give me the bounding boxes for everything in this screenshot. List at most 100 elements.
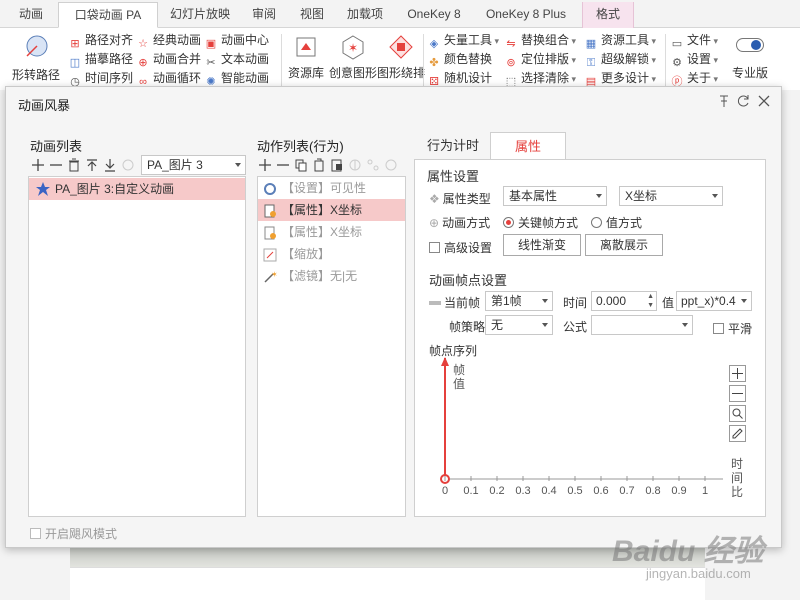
- align-icon: ⊞: [70, 38, 80, 50]
- shape-path-icon: [21, 32, 51, 62]
- hurricane-mode-checkbox[interactable]: 开启飓风模式: [30, 525, 117, 542]
- loop-animation-button[interactable]: ∞ 动画循环: [136, 69, 201, 88]
- tab-view[interactable]: 视图: [292, 2, 332, 28]
- classic-animation-button[interactable]: ☆ 经典动画: [136, 31, 201, 50]
- animation-list-item[interactable]: PA_图片 3:自定义动画: [29, 178, 245, 200]
- color-replace-button[interactable]: ✤ 颜色替换: [427, 50, 492, 69]
- add-keyframe-button[interactable]: [729, 365, 746, 382]
- x-tick-label: 0.6: [593, 485, 608, 496]
- value-input[interactable]: ppt_x)*0.4: [676, 291, 752, 311]
- shape-to-path-label: 形转路径: [11, 68, 60, 82]
- linear-gradient-button[interactable]: 线性渐变: [503, 234, 581, 256]
- property-type-label: ❖ 属性类型: [429, 192, 491, 206]
- time-input[interactable]: 0.000 ▲ ▼: [591, 291, 657, 311]
- creative-shape-button[interactable]: ✶ 创意图形: [328, 32, 378, 81]
- property-icon: [263, 203, 277, 218]
- tab-slideshow[interactable]: 幻灯片放映: [164, 2, 236, 28]
- select-clear-button[interactable]: ⬚ 选择清除 ▾: [504, 69, 576, 88]
- animation-center-button[interactable]: ▣ 动画中心: [204, 31, 269, 50]
- align-path-button[interactable]: ⊞ 路径对齐: [68, 31, 133, 50]
- x-tick-label: 0.1: [463, 485, 478, 496]
- animation-list-toolbar: [30, 157, 136, 173]
- move-top-icon[interactable]: [84, 157, 100, 173]
- minus-icon[interactable]: [48, 157, 64, 173]
- smart-animation-button[interactable]: ✺ 智能动画: [204, 69, 269, 88]
- value-mode-radio[interactable]: 值方式: [591, 214, 642, 231]
- pen-icon[interactable]: [729, 425, 746, 442]
- ribbon-divider: [665, 34, 666, 86]
- radio-selected: [503, 217, 514, 228]
- shape-wrap-button[interactable]: 图形绕排: [376, 32, 426, 81]
- vector-tools-button[interactable]: ◈ 矢量工具 ▾: [427, 31, 499, 50]
- frame-strategy-select[interactable]: 无: [485, 315, 553, 335]
- action-list-item[interactable]: 【缩放】: [258, 243, 405, 265]
- tab-animation[interactable]: 动画: [10, 2, 52, 28]
- tab-onekey8plus[interactable]: OneKey 8 Plus: [478, 2, 574, 28]
- action-list-item[interactable]: 【设置】可见性: [258, 177, 405, 199]
- action-list-label: 动作列表(行为): [257, 139, 344, 154]
- action-list-item[interactable]: ✶ 【滤镜】无|无: [258, 265, 405, 287]
- more-design-button[interactable]: ▤ 更多设计 ▾: [584, 69, 656, 88]
- keyframe-graph[interactable]: 0 0.1 0.2 0.3 0.4 0.5 0.6 0.7 0.8 0.9 1: [431, 354, 741, 496]
- x-tick-label: 0.7: [619, 485, 634, 496]
- tab-behavior-timing[interactable]: 行为计时: [418, 132, 488, 160]
- resource-tools-button[interactable]: ▦ 资源工具 ▾: [584, 31, 656, 50]
- tab-properties[interactable]: 属性: [490, 132, 566, 160]
- keyframe-mode-radio[interactable]: 关键帧方式: [503, 214, 578, 231]
- palette-icon: ✤: [429, 57, 439, 69]
- action-list-item[interactable]: 【属性】X坐标: [258, 199, 405, 221]
- add-icon[interactable]: [257, 157, 273, 173]
- paste-special-icon[interactable]: [329, 157, 345, 173]
- current-frame-select[interactable]: 第1帧: [485, 291, 553, 311]
- resource-library-button[interactable]: 资源库: [285, 32, 327, 81]
- merge-animation-button[interactable]: ⊕ 动画合并: [136, 50, 201, 69]
- position-layout-button[interactable]: ⊚ 定位排版 ▾: [504, 50, 576, 69]
- shape-to-path-button[interactable]: 形转路径: [8, 32, 64, 83]
- discrete-display-button[interactable]: 离散展示: [585, 234, 663, 256]
- paste-icon[interactable]: [311, 157, 327, 173]
- move-down-icon[interactable]: [102, 157, 118, 173]
- attribute-select[interactable]: X坐标: [619, 186, 723, 206]
- replace-group-button[interactable]: ⇋ 替换组合 ▾: [504, 31, 576, 50]
- tab-review[interactable]: 审阅: [244, 2, 284, 28]
- close-icon[interactable]: [756, 93, 772, 109]
- diamond-icon: ❖: [429, 192, 440, 206]
- refresh-icon[interactable]: [736, 93, 752, 109]
- property-type-select[interactable]: 基本属性: [503, 186, 607, 206]
- trace-path-button[interactable]: ◫ 描摹路径: [68, 50, 133, 69]
- stepper-icon[interactable]: ▲ ▼: [647, 292, 654, 310]
- shape-selector[interactable]: PA_图片 3: [141, 155, 246, 175]
- radio-unselected: [591, 217, 602, 228]
- file-icon: ▭: [671, 38, 683, 50]
- action-list-item[interactable]: 【属性】X坐标: [258, 221, 405, 243]
- smooth-checkbox[interactable]: 平滑: [713, 320, 752, 337]
- zoom-icon[interactable]: [729, 405, 746, 422]
- tab-format[interactable]: 格式: [582, 2, 634, 28]
- split-icon: [347, 157, 363, 173]
- add-icon[interactable]: [30, 157, 46, 173]
- random-design-button[interactable]: ⚄ 随机设计: [427, 69, 492, 88]
- minus-icon[interactable]: [275, 157, 291, 173]
- hexagon-star-icon: ✶: [338, 32, 368, 62]
- formula-select[interactable]: [591, 315, 693, 335]
- tab-addins[interactable]: 加载项: [340, 2, 390, 28]
- copy-icon[interactable]: [293, 157, 309, 173]
- text-animation-button[interactable]: ✂ 文本动画: [204, 50, 269, 69]
- remove-keyframe-button[interactable]: [729, 385, 746, 402]
- tab-pocket-animation[interactable]: 口袋动画 PA: [58, 2, 158, 28]
- file-button[interactable]: ▭ 文件 ▾: [670, 31, 718, 50]
- pro-version-toggle[interactable]: 专业版: [730, 34, 770, 81]
- tab-onekey8[interactable]: OneKey 8: [398, 2, 470, 28]
- bar-icon: [429, 301, 441, 305]
- checkbox-unchecked: [713, 323, 724, 334]
- x-tick-label: 0: [442, 485, 448, 496]
- watermark-url: jingyan.baidu.com: [646, 566, 751, 581]
- time-sequence-button[interactable]: ◷ 时间序列: [68, 69, 133, 88]
- super-unlock-button[interactable]: ⚿ 超级解锁 ▾: [584, 50, 656, 69]
- about-button[interactable]: ⓟ 关于 ▾: [670, 69, 719, 88]
- settings-button[interactable]: ⚙ 设置 ▾: [670, 50, 718, 69]
- grid-icon: ▦: [585, 38, 597, 50]
- advanced-settings-checkbox[interactable]: 高级设置: [429, 239, 492, 256]
- trash-icon[interactable]: [66, 157, 82, 173]
- pin-icon[interactable]: [716, 93, 732, 109]
